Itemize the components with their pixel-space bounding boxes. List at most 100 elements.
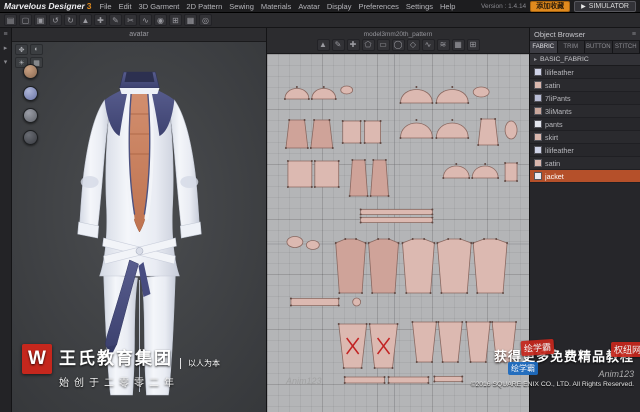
garment-collar[interactable] — [119, 71, 160, 94]
fabric-item[interactable]: satin — [530, 157, 640, 170]
pattern-piece[interactable] — [399, 86, 434, 104]
add-point-icon[interactable]: ✚ — [346, 38, 360, 51]
save-icon[interactable]: ▣ — [34, 14, 47, 26]
grid-icon[interactable]: ▦ — [184, 14, 197, 26]
menu-preferences[interactable]: Preferences — [358, 2, 398, 11]
new-file-icon[interactable]: ▤ — [4, 14, 17, 26]
dart-tool-icon[interactable]: ◇ — [406, 38, 420, 51]
pattern-piece[interactable] — [437, 321, 464, 363]
pattern-piece[interactable] — [341, 120, 362, 144]
select-tool-icon[interactable]: ▲ — [79, 14, 92, 26]
pattern-piece[interactable] — [472, 238, 509, 294]
fabric-item[interactable]: satin — [530, 79, 640, 92]
tab-button[interactable]: BUTTON — [585, 41, 613, 53]
favorite-button[interactable]: 添加收藏 — [530, 0, 571, 12]
camera-icon[interactable]: ◎ — [199, 14, 212, 26]
pattern-piece[interactable] — [477, 118, 500, 146]
menu-edit[interactable]: Edit — [119, 2, 132, 11]
menu-sewing[interactable]: Sewing — [229, 2, 254, 11]
pattern-piece[interactable] — [305, 240, 320, 250]
texture-icon[interactable]: ▦ — [451, 38, 465, 51]
pattern-piece[interactable] — [309, 119, 334, 149]
pose-preset-thumbnail[interactable] — [23, 108, 38, 123]
pattern-piece[interactable] — [442, 163, 471, 179]
pattern-piece[interactable] — [359, 208, 434, 216]
menu-file[interactable]: File — [100, 2, 112, 11]
fabric-item[interactable]: pants — [530, 118, 640, 131]
measure-tool-icon[interactable]: ⊞ — [169, 14, 182, 26]
pattern-piece[interactable] — [359, 216, 434, 224]
menu-settings[interactable]: Settings — [406, 2, 433, 11]
pattern-piece[interactable] — [369, 159, 390, 197]
pattern-piece[interactable] — [352, 297, 362, 307]
pen-tool-icon[interactable]: ✎ — [109, 14, 122, 26]
polygon-tool-icon[interactable]: ⬠ — [361, 38, 375, 51]
tab-trim[interactable]: TRIM — [557, 41, 585, 53]
pattern-piece[interactable] — [435, 119, 470, 139]
rect-tool-icon[interactable]: ▭ — [376, 38, 390, 51]
scissors-tool-icon[interactable]: ✂ — [124, 14, 137, 26]
pattern-piece[interactable] — [435, 86, 470, 104]
fabric-item[interactable]: skirt — [530, 131, 640, 144]
pattern-piece[interactable] — [472, 86, 490, 98]
undo-icon[interactable]: ↺ — [49, 14, 62, 26]
menu-avatar[interactable]: Avatar — [298, 2, 320, 11]
pattern-select-icon[interactable]: ▲ — [316, 38, 330, 51]
pattern-piece[interactable] — [348, 159, 369, 197]
pattern-piece[interactable] — [340, 85, 354, 95]
tab-stitch[interactable]: STITCH — [612, 41, 640, 53]
pattern-piece[interactable] — [387, 376, 430, 384]
pattern-piece[interactable] — [399, 119, 434, 139]
pattern-piece[interactable] — [334, 238, 367, 294]
render-mode-icon[interactable]: ◐ — [30, 44, 43, 55]
fabric-item[interactable]: 7liPants — [530, 92, 640, 105]
pattern-piece[interactable] — [283, 86, 310, 100]
menu-help[interactable]: Help — [440, 2, 455, 11]
pattern-piece[interactable] — [284, 119, 309, 149]
menu-2d-pattern[interactable]: 2D Pattern — [186, 2, 222, 11]
pattern-piece[interactable] — [313, 160, 340, 188]
fabric-item[interactable]: jacket — [530, 170, 640, 183]
menu-materials[interactable]: Materials — [261, 2, 291, 11]
menu-3d-garment[interactable]: 3D Garment — [139, 2, 180, 11]
expand-panel-icon[interactable]: ▸ — [4, 44, 8, 52]
open-file-icon[interactable]: ▢ — [19, 14, 32, 26]
move-tool-icon[interactable]: ✚ — [94, 14, 107, 26]
gizmo-icon[interactable]: ✥ — [15, 44, 28, 55]
garment-preset-thumbnail[interactable] — [23, 86, 38, 101]
pattern-edit-icon[interactable]: ✎ — [331, 38, 345, 51]
pattern-piece[interactable] — [367, 238, 400, 294]
pattern-piece[interactable] — [363, 120, 382, 144]
scene-preset-thumbnail[interactable] — [23, 130, 38, 145]
menu-display[interactable]: Display — [327, 2, 352, 11]
pattern-piece[interactable] — [504, 120, 518, 140]
panel-menu-icon[interactable]: ≡ — [3, 31, 7, 38]
pattern-piece[interactable] — [433, 375, 464, 383]
tab-fabric[interactable]: FABRIC — [530, 41, 558, 53]
pattern-piece[interactable] — [337, 323, 368, 369]
fabric-group-header[interactable]: ▸ BASIC_FABRIC — [530, 54, 640, 66]
pattern-piece[interactable] — [401, 238, 436, 294]
avatar-head-thumbnail[interactable] — [23, 64, 38, 79]
redo-icon[interactable]: ↻ — [64, 14, 77, 26]
pattern-piece[interactable] — [289, 297, 340, 307]
pattern-piece[interactable] — [471, 163, 500, 179]
collapse-panel-icon[interactable]: ▾ — [4, 58, 8, 66]
pattern-piece[interactable] — [343, 376, 386, 384]
fabric-item[interactable]: lilifeather — [530, 66, 640, 79]
pattern-piece[interactable] — [310, 86, 337, 100]
seam-tool-icon[interactable]: ∿ — [421, 38, 435, 51]
panel-options-icon[interactable]: ≡ — [632, 31, 636, 38]
fabric-item[interactable]: 3liMants — [530, 105, 640, 118]
pattern-piece[interactable] — [504, 162, 519, 182]
pin-tool-icon[interactable]: ◉ — [154, 14, 167, 26]
sew-tool-icon[interactable]: ∿ — [139, 14, 152, 26]
pattern-piece[interactable] — [368, 323, 399, 369]
pattern-piece[interactable] — [286, 160, 313, 188]
fabric-item[interactable]: lilifeather — [530, 144, 640, 157]
show-grid-icon[interactable]: ⊞ — [466, 38, 480, 51]
circle-tool-icon[interactable]: ◯ — [391, 38, 405, 51]
pattern-piece[interactable] — [286, 236, 304, 248]
pattern-piece[interactable] — [411, 321, 438, 363]
free-sew-icon[interactable]: ≋ — [436, 38, 450, 51]
